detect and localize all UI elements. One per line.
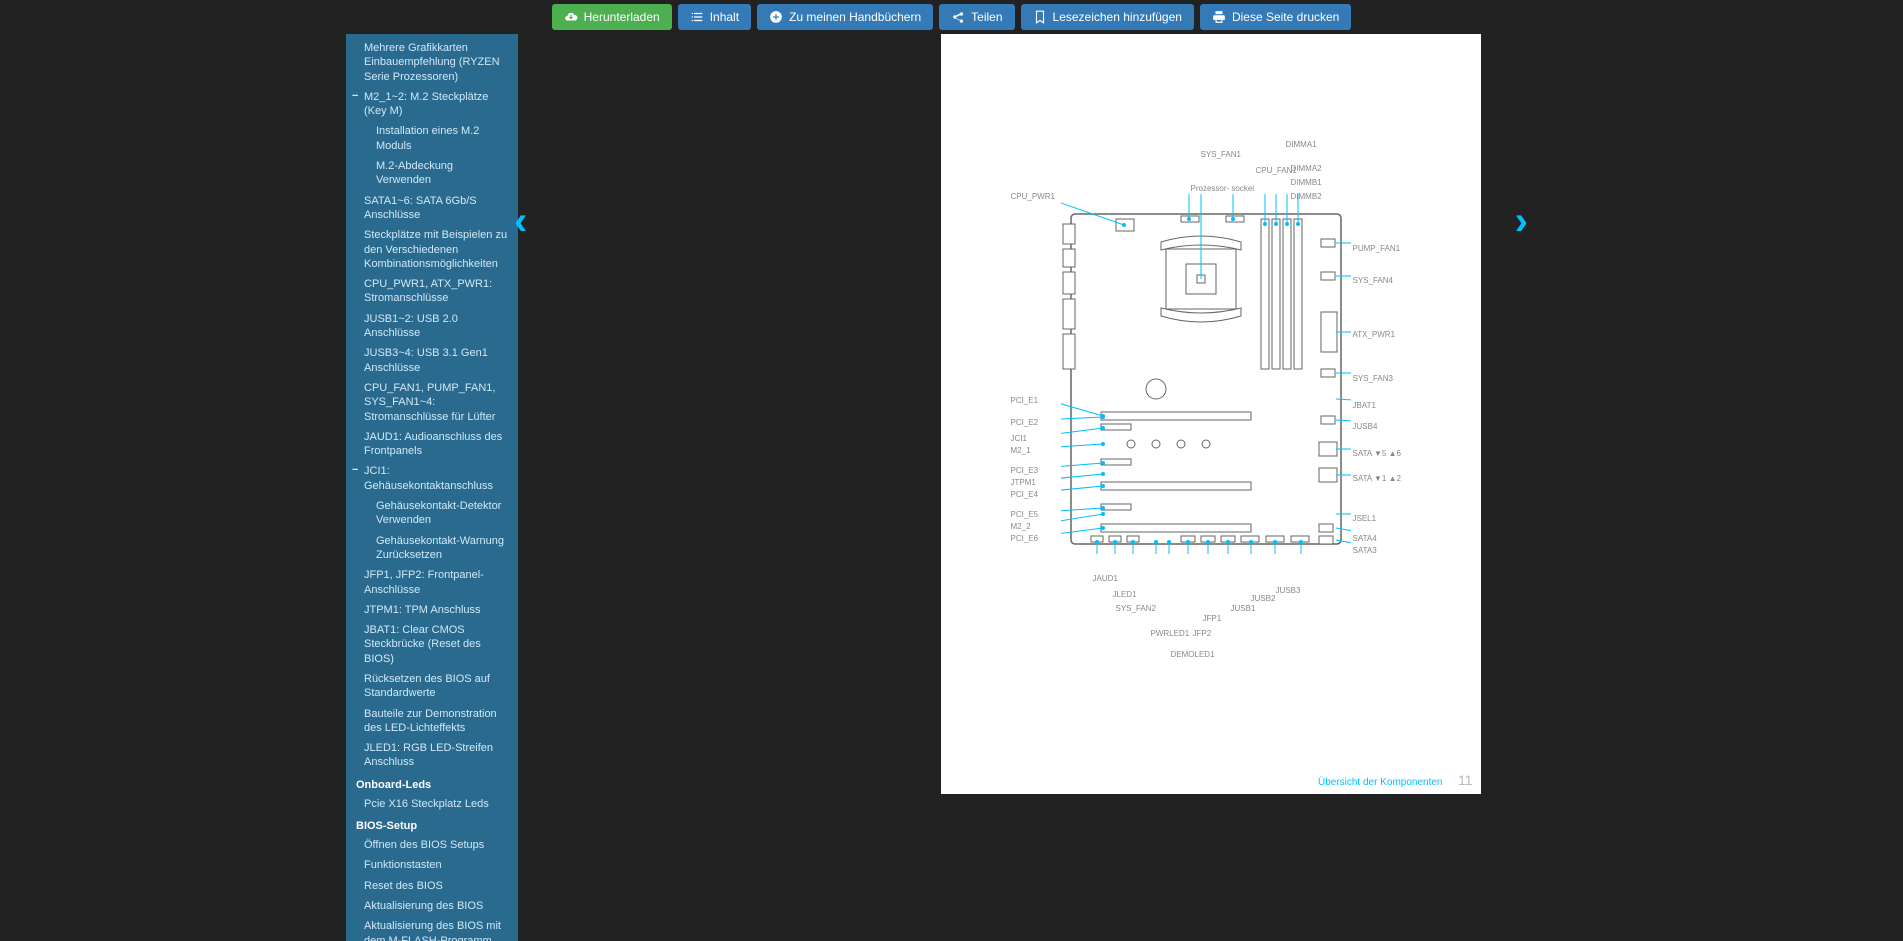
bookmark-button[interactable]: Lesezeichen hinzufügen — [1021, 4, 1194, 30]
diagram-label: PCI_E1 — [1011, 396, 1039, 405]
diagram-label: PCI_E2 — [1011, 418, 1039, 427]
sidebar-item[interactable]: JTPM1: TPM Anschluss — [364, 600, 510, 620]
toolbar: Herunterladen Inhalt Zu meinen Handbüche… — [0, 0, 1903, 34]
diagram-label: JUSB3 — [1276, 586, 1301, 595]
share-label: Teilen — [971, 10, 1002, 24]
print-label: Diese Seite drucken — [1232, 10, 1339, 24]
sidebar-item[interactable]: Aktualisierung des BIOS mit dem M-FLASH-… — [364, 916, 510, 941]
sidebar-item[interactable]: M2_1~2: M.2 Steckplätze (Key M) — [364, 87, 510, 122]
diagram-label: SYS_FAN1 — [1201, 150, 1241, 159]
sidebar-section[interactable]: Onboard-Leds — [356, 773, 510, 794]
diagram-label: DIMMB1 — [1291, 178, 1322, 187]
sidebar-item[interactable]: Reset des BIOS — [364, 876, 510, 896]
prev-page-button[interactable]: ‹ — [514, 199, 527, 244]
sidebar-item[interactable]: JCI1: Gehäusekontaktanschluss — [364, 461, 510, 496]
share-button[interactable]: Teilen — [939, 4, 1014, 30]
page-number: 11 — [1458, 772, 1473, 788]
diagram-label: JCI1 — [1011, 434, 1027, 443]
diagram-label: JSEL1 — [1353, 514, 1377, 523]
sidebar-item[interactable]: Steckplätze mit Beispielen zu den Versch… — [364, 225, 510, 274]
diagram-label: SYS_FAN4 — [1353, 276, 1393, 285]
document-page: CPU_PWR1 PCI_E1 PCI_E2 JCI1 M2_1 PCI_E3 JTPM1 P… — [941, 34, 1481, 794]
diagram-label: CPU_PWR1 — [1011, 192, 1055, 201]
diagram-label: DIMMB2 — [1291, 192, 1322, 201]
bookmark-label: Lesezeichen hinzufügen — [1053, 10, 1182, 24]
diagram-label: M2_2 — [1011, 522, 1031, 531]
diagram-label: PCI_E6 — [1011, 534, 1039, 543]
sidebar-item[interactable]: CPU_FAN1, PUMP_FAN1, SYS_FAN1~4: Stroman… — [364, 378, 510, 427]
diagram-label: JTPM1 — [1011, 478, 1036, 487]
sidebar-item[interactable]: Rücksetzen des BIOS auf Standardwerte — [364, 669, 510, 704]
page-footer-title: Übersicht der Komponenten — [1318, 777, 1443, 788]
sidebar-item[interactable]: Funktionstasten — [364, 855, 510, 875]
sidebar-item[interactable]: Öffnen des BIOS Setups — [364, 835, 510, 855]
sidebar-item[interactable]: CPU_PWR1, ATX_PWR1: Stromanschlüsse — [364, 274, 510, 309]
diagram-label: PWRLED1 — [1151, 629, 1190, 638]
sidebar-item[interactable]: JBAT1: Clear CMOS Steckbrücke (Reset des… — [364, 620, 510, 669]
diagram-label: DIMMA1 — [1286, 140, 1317, 149]
plus-circle-icon — [769, 10, 783, 24]
viewer: ‹ › — [518, 34, 1903, 941]
print-button[interactable]: Diese Seite drucken — [1200, 4, 1351, 30]
sidebar-item[interactable]: Mehrere Grafikkarten Einbauempfehlung (R… — [364, 38, 510, 87]
sidebar[interactable]: Mehrere Grafikkarten Einbauempfehlung (R… — [346, 34, 518, 941]
diagram-label: JBAT1 — [1353, 401, 1376, 410]
diagram-label: JUSB1 — [1231, 604, 1256, 613]
diagram-label: JUSB2 — [1251, 594, 1276, 603]
sidebar-item[interactable]: Installation eines M.2 Moduls — [364, 121, 510, 156]
diagram-label: PCI_E3 — [1011, 466, 1039, 475]
diagram-label: SYS_FAN2 — [1116, 604, 1156, 613]
diagram-label: PCI_E4 — [1011, 490, 1039, 499]
diagram-label: JFP1 — [1203, 614, 1222, 623]
sidebar-item[interactable]: JUSB3~4: USB 3.1 Gen1 Anschlüsse — [364, 343, 510, 378]
diagram-label: SATA ▼5 ▲6 — [1353, 449, 1401, 458]
sidebar-item[interactable]: M.2-Abdeckung Verwenden — [364, 156, 510, 191]
sidebar-item[interactable]: JFP1, JFP2: Frontpanel-Anschlüsse — [364, 565, 510, 600]
sidebar-section[interactable]: BIOS-Setup — [356, 814, 510, 835]
diagram-label: SATA4 — [1353, 534, 1377, 543]
diagram-label: JUSB4 — [1353, 422, 1378, 431]
diagram-label: JAUD1 — [1093, 574, 1118, 583]
sidebar-item[interactable]: JUSB1~2: USB 2.0 Anschlüsse — [364, 309, 510, 344]
diagram-label: M2_1 — [1011, 446, 1031, 455]
contents-button[interactable]: Inhalt — [678, 4, 751, 30]
share-icon — [951, 10, 965, 24]
list-icon — [690, 10, 704, 24]
download-label: Herunterladen — [584, 10, 660, 24]
sidebar-item[interactable]: Aktualisierung des BIOS — [364, 896, 510, 916]
diagram-label: DEMOLED1 — [1171, 650, 1215, 659]
main-area: Mehrere Grafikkarten Einbauempfehlung (R… — [0, 34, 1903, 941]
sidebar-item[interactable]: SATA1~6: SATA 6Gb/S Anschlüsse — [364, 191, 510, 226]
download-button[interactable]: Herunterladen — [552, 4, 672, 30]
sidebar-item[interactable]: Gehäusekontakt-Detektor Verwenden — [364, 496, 510, 531]
cloud-download-icon — [564, 10, 578, 24]
diagram-label: PUMP_FAN1 — [1353, 244, 1401, 253]
sidebar-item[interactable]: Gehäusekontakt-Warnung Zurücksetzen — [364, 531, 510, 566]
print-icon — [1212, 10, 1226, 24]
sidebar-item[interactable]: Pcie X16 Steckplatz Leds — [364, 794, 510, 814]
diagram-label: SYS_FAN3 — [1353, 374, 1393, 383]
diagram-label: PCI_E5 — [1011, 510, 1039, 519]
diagram-label: SATA ▼1 ▲2 — [1353, 474, 1401, 483]
bookmark-icon — [1033, 10, 1047, 24]
diagram-label: JFP2 — [1193, 629, 1212, 638]
diagram-label: JLED1 — [1113, 590, 1137, 599]
sidebar-item[interactable]: Bauteile zur Demonstration des LED-Licht… — [364, 704, 510, 739]
diagram-label: ATX_PWR1 — [1353, 330, 1396, 339]
add-manuals-button[interactable]: Zu meinen Handbüchern — [757, 4, 933, 30]
next-page-button[interactable]: › — [1515, 199, 1528, 244]
motherboard-diagram — [1061, 194, 1351, 554]
diagram-label: SATA3 — [1353, 546, 1377, 555]
diagram-label: Prozessor- sockel — [1191, 184, 1255, 193]
add-manuals-label: Zu meinen Handbüchern — [789, 10, 921, 24]
contents-label: Inhalt — [710, 10, 739, 24]
sidebar-item[interactable]: JAUD1: Audioanschluss des Frontpanels — [364, 427, 510, 462]
diagram-label: DIMMA2 — [1291, 164, 1322, 173]
sidebar-item[interactable]: JLED1: RGB LED-Streifen Anschluss — [364, 738, 510, 773]
